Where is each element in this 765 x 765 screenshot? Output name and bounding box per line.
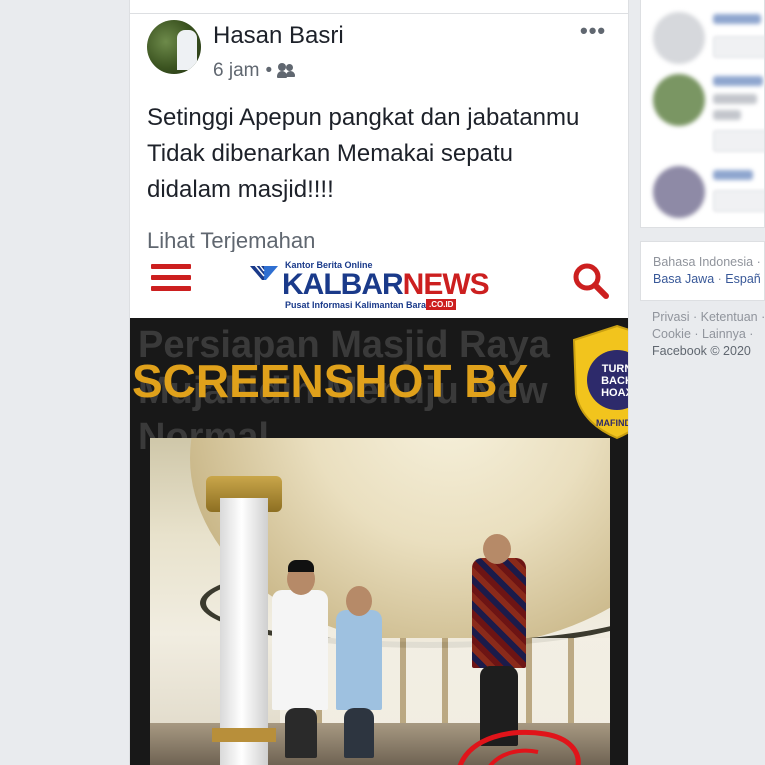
add-friend-button[interactable] bbox=[713, 190, 764, 212]
suggestion-avatar[interactable] bbox=[653, 166, 705, 218]
language-link[interactable]: Basa Jawa bbox=[653, 272, 714, 286]
see-translation-link[interactable]: Lihat Terjemahan bbox=[147, 228, 315, 254]
suggestion-detail bbox=[713, 110, 741, 120]
mafindo-badge-logo: TURN BACK HOAX MAFINDO bbox=[572, 324, 629, 440]
suggestion-detail bbox=[713, 94, 757, 104]
post-image[interactable]: Kantor Berita Online KALBARNEWS Pusat In… bbox=[130, 252, 629, 765]
svg-text:TURN: TURN bbox=[602, 363, 629, 375]
person-blue-legs bbox=[344, 708, 374, 758]
suggestion-avatar[interactable] bbox=[653, 12, 705, 64]
search-icon bbox=[573, 263, 609, 299]
logo-tagline: Pusat Informasi Kalimantan Barat bbox=[285, 300, 430, 310]
add-friend-button[interactable] bbox=[713, 36, 764, 58]
person-white-legs bbox=[285, 708, 317, 758]
mosque-photo bbox=[150, 438, 610, 765]
person-head bbox=[483, 534, 511, 564]
post-text: Setinggi Apepun pangkat dan jabatanmu Ti… bbox=[147, 100, 617, 208]
suggestion-avatar[interactable] bbox=[653, 74, 705, 126]
language-link[interactable]: Españ bbox=[725, 272, 760, 286]
svg-text:MAFINDO: MAFINDO bbox=[596, 418, 629, 428]
post-time[interactable]: 6 jam bbox=[213, 60, 259, 82]
people-you-may-know bbox=[640, 0, 765, 228]
post-text-line: Tidak dibenarkan Memakai sepatu bbox=[147, 140, 513, 167]
suggestion-name[interactable] bbox=[713, 170, 753, 180]
person-batik-shirt bbox=[472, 558, 526, 668]
meta-separator: • bbox=[265, 60, 273, 81]
book-logo-icon bbox=[250, 262, 278, 280]
more-options-icon[interactable]: ••• bbox=[580, 18, 606, 44]
add-friend-button[interactable] bbox=[713, 130, 764, 152]
author-name[interactable]: Hasan Basri bbox=[213, 22, 344, 50]
post-text-line: didalam masjid!!!! bbox=[147, 176, 334, 203]
logo-domain: .CO.ID bbox=[426, 299, 457, 310]
person-head bbox=[346, 586, 372, 616]
white-pillar bbox=[220, 498, 268, 765]
screenshot-watermark: SCREENSHOT BY bbox=[132, 355, 529, 407]
svg-text:BACK: BACK bbox=[601, 375, 629, 387]
facebook-post: Hasan Basri 6 jam • ••• Setinggi Apepun … bbox=[129, 0, 629, 765]
hamburger-menu-icon bbox=[151, 264, 191, 292]
suggestion-name[interactable] bbox=[713, 14, 761, 24]
pillar-base bbox=[212, 728, 276, 742]
person-white-shirt bbox=[272, 590, 328, 710]
suggestion-name[interactable] bbox=[713, 76, 763, 86]
logo-main-text: KALBARNEWS bbox=[282, 268, 490, 301]
red-circle-annotation bbox=[457, 729, 581, 765]
footer-links: Privasi · Ketentuan · Cookie · Lainnya ·… bbox=[652, 309, 765, 360]
friends-icon[interactable] bbox=[277, 63, 296, 79]
news-site-header: Kantor Berita Online KALBARNEWS Pusat In… bbox=[130, 252, 628, 318]
footer-line[interactable]: Cookie · Lainnya · bbox=[652, 326, 765, 343]
copyright: Facebook © 2020 bbox=[652, 344, 751, 358]
person-blue-shirt bbox=[336, 610, 382, 710]
post-meta: 6 jam • bbox=[213, 60, 296, 82]
footer-line[interactable]: Privasi · Ketentuan · bbox=[652, 309, 765, 326]
current-language: Bahasa Indonesia bbox=[653, 255, 754, 269]
article-area: Persiapan Masjid Raya Mujahidin Menuju N… bbox=[130, 318, 628, 765]
previous-post-edge bbox=[130, 0, 628, 14]
language-selector: Bahasa Indonesia · Basa Jawa · Españ bbox=[640, 241, 765, 301]
svg-text:HOAX: HOAX bbox=[601, 387, 629, 399]
black-cap bbox=[288, 560, 314, 572]
author-avatar[interactable] bbox=[147, 20, 201, 74]
post-text-line: Setinggi Apepun pangkat dan jabatanmu bbox=[147, 104, 580, 131]
kalbarnews-logo: Kantor Berita Online KALBARNEWS Pusat In… bbox=[248, 258, 490, 312]
